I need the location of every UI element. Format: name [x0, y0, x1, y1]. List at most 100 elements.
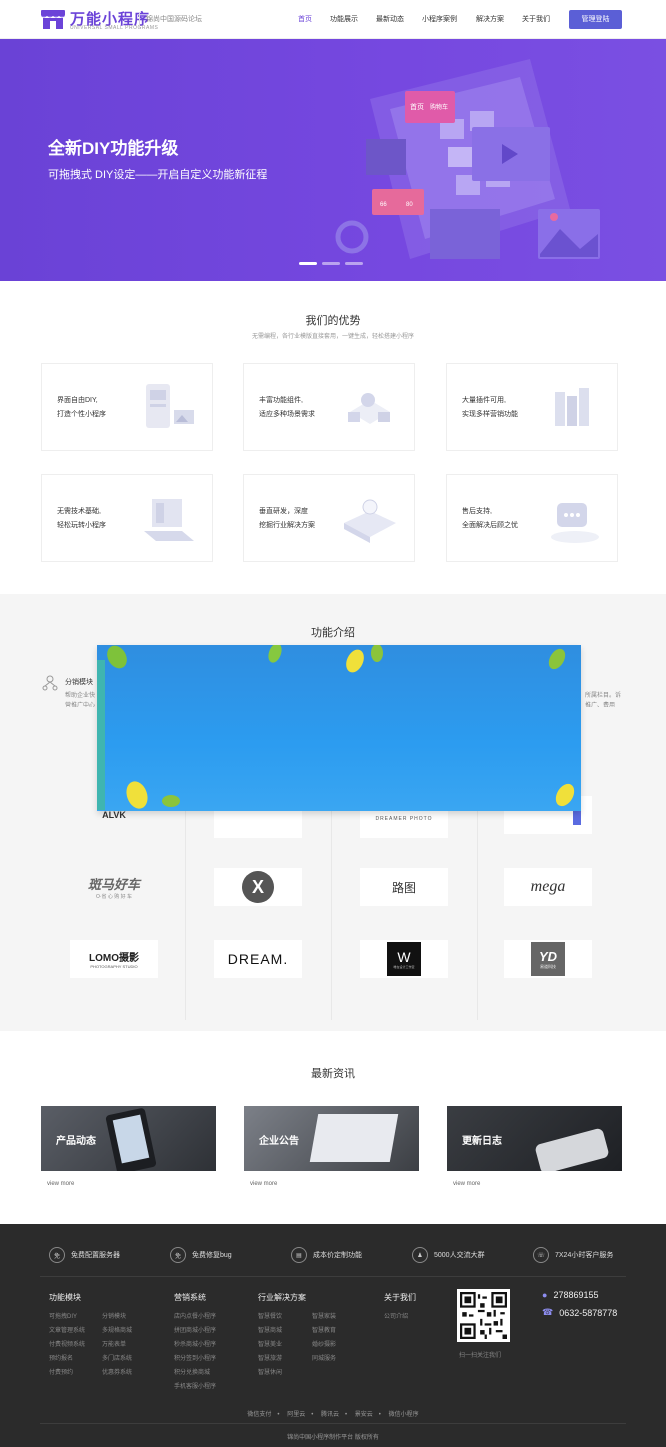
site-tagline: 锦尚中国源码论坛 — [139, 13, 202, 27]
slider-dot-3[interactable] — [345, 262, 363, 265]
nav-home[interactable]: 首页 — [298, 14, 312, 24]
partner-logo-x[interactable]: X — [214, 868, 302, 906]
footer-link[interactable]: 多门店系统 — [102, 1353, 132, 1362]
chat-support-icon — [551, 503, 599, 543]
footer-link[interactable]: 付费预约 — [49, 1367, 73, 1376]
footer-link[interactable]: 文章管理系统 — [49, 1325, 85, 1334]
view-more-link[interactable]: view more — [453, 1181, 480, 1187]
nav-solutions[interactable]: 解决方案 — [476, 14, 504, 24]
footer-link[interactable]: 智慧餐饮 — [258, 1311, 282, 1320]
footer-column-title: 功能模块 — [49, 1293, 81, 1302]
advantages-title: 我们的优势 — [305, 315, 361, 327]
partner-logo-dream[interactable]: DREAM. — [214, 940, 302, 978]
footer-link[interactable]: 分销模块 — [102, 1311, 126, 1320]
free-icon: 免 — [49, 1247, 65, 1263]
footer-bottom-link[interactable]: 阿里云 — [287, 1412, 305, 1418]
partner-logo-lomo[interactable]: LOMO摄影 PHOTOGRAPHY STUDIO — [70, 940, 158, 978]
advantage-card[interactable]: 垂直研发，深度 挖掘行业解决方案 — [243, 474, 415, 562]
footer-link[interactable]: 可拖拽DIY — [49, 1311, 77, 1320]
footer-badge: ▤ 成本价定制功能 — [291, 1247, 362, 1263]
distribution-icon — [42, 675, 58, 691]
footer-bottom-link[interactable]: 景安云 — [355, 1412, 373, 1418]
cost-icon: ▤ — [291, 1247, 307, 1263]
footer-link[interactable]: 付费视频系统 — [49, 1339, 85, 1348]
leaf-decoration-icon — [107, 645, 575, 809]
admin-login-button[interactable]: 管理登陆 — [569, 10, 622, 29]
contact-phone[interactable]: ☎ 0632-5878778 — [542, 1307, 617, 1318]
advantage-card[interactable]: 界面自由DIY, 打造个性小程序 — [41, 363, 213, 451]
footer-link[interactable]: 智慧家装 — [312, 1311, 336, 1320]
news-card-product[interactable]: 产品动态 — [41, 1106, 216, 1171]
footer-link[interactable]: 万能表单 — [102, 1339, 126, 1348]
footer-link[interactable]: 秒杀商城小程序 — [174, 1339, 216, 1348]
phone-service-icon: ☏ — [533, 1247, 549, 1263]
advantage-card[interactable]: 售后支持, 全面解决后顾之忧 — [446, 474, 618, 562]
partner-logo-zebra[interactable]: 斑马好车 O·省 心 购 好 车 — [70, 868, 158, 906]
footer-link[interactable]: 多规格商城 — [102, 1325, 132, 1334]
advantage-text: 垂直研发，深度 挖掘行业解决方案 — [259, 508, 315, 529]
footer-link[interactable]: 拼团商城小程序 — [174, 1325, 216, 1334]
copyright: 锦尚中国小程序制作平台 版权所有 — [287, 1435, 379, 1441]
footer-link[interactable]: 预约报名 — [49, 1353, 73, 1362]
slider-dot-1[interactable] — [299, 262, 317, 265]
qq-icon: ● — [542, 1290, 548, 1300]
nav-news[interactable]: 最新动态 — [376, 14, 404, 24]
advantage-text: 丰富功能组件, 适应多种场景需求 — [259, 397, 315, 418]
hero-title: 全新DIY功能升级 — [48, 139, 179, 158]
phone-icon: ☎ — [542, 1307, 554, 1317]
nav-features[interactable]: 功能展示 — [330, 14, 358, 24]
footer-column-title: 关于我们 — [384, 1293, 416, 1302]
diy-interface-icon — [146, 384, 194, 428]
partner-logo-mega[interactable]: mega — [504, 868, 592, 906]
footer-divider — [40, 1423, 626, 1424]
nav-cases[interactable]: 小程序案例 — [422, 14, 457, 24]
feature-item-title[interactable]: 分销模块 — [65, 677, 93, 687]
footer-bottom-link[interactable]: 腾讯云 — [321, 1412, 339, 1418]
art-home-label: 首页 — [410, 102, 424, 111]
view-more-link[interactable]: view more — [47, 1181, 74, 1187]
news-card-changelog[interactable]: 更新日志 — [447, 1106, 622, 1171]
qr-caption: 扫一扫关注我们 — [459, 1353, 502, 1359]
footer-link[interactable]: 店内点餐小程序 — [174, 1311, 216, 1320]
advantage-card[interactable]: 大量插件可用, 实现多样营销功能 — [446, 363, 618, 451]
partner-logo-lutu[interactable]: 路图 — [360, 868, 448, 906]
news-title: 最新资讯 — [311, 1068, 355, 1080]
footer-badge: 免免费配置服务器 — [49, 1247, 120, 1263]
popup-banner[interactable] — [97, 645, 581, 811]
footer-link[interactable]: 智慧旅游 — [258, 1353, 282, 1362]
footer-badge: ☏ 7X24小时客户服务 — [533, 1247, 613, 1263]
nav-about[interactable]: 关于我们 — [522, 14, 550, 24]
partner-logo-w[interactable]: W 唯在设计工作室 — [360, 940, 448, 978]
view-more-link[interactable]: view more — [250, 1181, 277, 1187]
hero-banner[interactable]: 全新DIY功能升级 可拖拽式 DIY设定——开启自定义功能新征程 首页 购物车 … — [0, 39, 666, 281]
advantage-card[interactable]: 丰富功能组件, 适应多种场景需求 — [243, 363, 415, 451]
slider-dot-2[interactable] — [322, 262, 340, 265]
hero-subtitle: 可拖拽式 DIY设定——开启自定义功能新征程 — [48, 169, 268, 181]
art-like-count: 66 — [380, 202, 387, 208]
footer-link[interactable]: 公司介绍 — [384, 1311, 408, 1320]
footer-link[interactable]: 手机客服小程序 — [174, 1381, 216, 1390]
partner-logo-yd[interactable]: YD 易道科技 — [504, 940, 592, 978]
lightbulb-icon — [344, 499, 396, 543]
footer-bottom-link[interactable]: 微信小程序 — [389, 1412, 419, 1418]
footer-link[interactable]: 智慧美业 — [258, 1339, 282, 1348]
footer-link[interactable]: 智慧休闲 — [258, 1367, 282, 1376]
footer-link[interactable]: 智慧教育 — [312, 1325, 336, 1334]
footer-link[interactable]: 同城服务 — [312, 1353, 336, 1362]
advantages-subtitle: 无需编程，各行业模版直接套用，一键生成，轻松搭建小程序 — [251, 334, 414, 340]
art-cart-label: 购物车 — [430, 103, 448, 111]
footer-link[interactable]: 婚纱摄影 — [312, 1339, 336, 1348]
store-logo-icon[interactable] — [40, 8, 66, 30]
footer-link[interactable]: 智慧商城 — [258, 1325, 282, 1334]
divider — [331, 790, 332, 1020]
qr-code — [457, 1289, 510, 1342]
contact-qq[interactable]: ● 278869155 — [542, 1290, 599, 1300]
footer-link[interactable]: 积分签到小程序 — [174, 1353, 216, 1362]
footer-link[interactable]: 积分兑换商城 — [174, 1367, 210, 1376]
news-card-notice[interactable]: 企业公告 — [244, 1106, 419, 1171]
footer-partner-links: 微信支付 • 阿里云 • 腾讯云 • 景安云 • 微信小程序 — [247, 1412, 419, 1418]
footer-link[interactable]: 优惠券系统 — [102, 1367, 132, 1376]
components-icon — [348, 393, 390, 424]
footer-bottom-link[interactable]: 微信支付 — [247, 1412, 271, 1418]
advantage-card[interactable]: 无需技术基础, 轻松玩转小程序 — [41, 474, 213, 562]
